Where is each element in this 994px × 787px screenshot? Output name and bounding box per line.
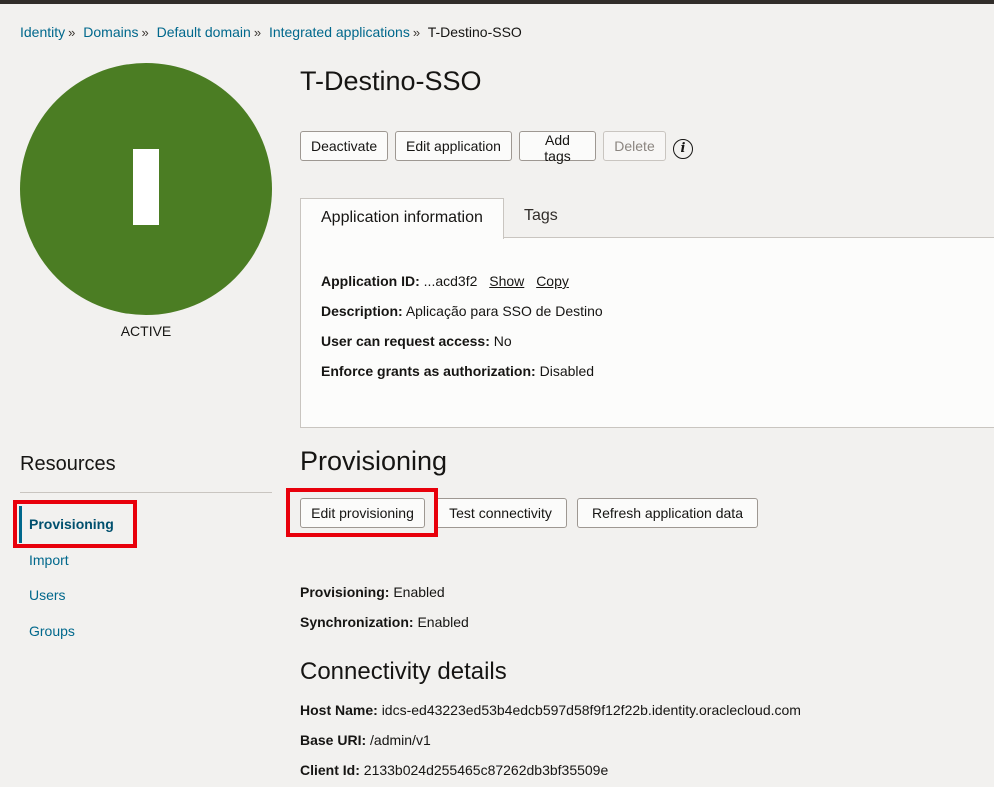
page-title: T-Destino-SSO bbox=[300, 66, 482, 96]
deactivate-button[interactable]: Deactivate bbox=[300, 131, 388, 161]
request-access-label: User can request access: bbox=[321, 333, 490, 349]
client-id-row: Client Id: 2133b024d255465c87262db3bf355… bbox=[300, 762, 608, 778]
delete-button[interactable]: Delete bbox=[603, 131, 666, 161]
sidebar-item-groups[interactable]: Groups bbox=[29, 623, 75, 639]
enforce-grants-row: Enforce grants as authorization: Disable… bbox=[321, 363, 594, 379]
synchronization-value: Enabled bbox=[417, 614, 469, 630]
base-uri-label: Base URI: bbox=[300, 732, 367, 748]
connectivity-details-title: Connectivity details bbox=[300, 658, 507, 685]
top-bar bbox=[0, 0, 994, 4]
test-connectivity-button[interactable]: Test connectivity bbox=[434, 498, 567, 528]
breadcrumb-current: T-Destino-SSO bbox=[427, 24, 522, 40]
add-tags-button[interactable]: Add tags bbox=[519, 131, 596, 164]
sidebar-item-import[interactable]: Import bbox=[29, 552, 69, 568]
host-name-label: Host Name: bbox=[300, 702, 378, 718]
highlight-box-provisioning bbox=[13, 500, 137, 548]
enforce-grants-label: Enforce grants as authorization: bbox=[321, 363, 536, 379]
tab-tags[interactable]: Tags bbox=[524, 207, 558, 225]
breadcrumb-integrated-applications[interactable]: Integrated applications bbox=[269, 24, 410, 40]
provisioning-status-row: Provisioning: Enabled bbox=[300, 584, 445, 600]
description-value: Aplicação para SSO de Destino bbox=[405, 303, 603, 319]
host-name-row: Host Name: idcs-ed43223ed53b4edcb597d58f… bbox=[300, 702, 801, 718]
show-link[interactable]: Show bbox=[489, 273, 524, 289]
app-status: ACTIVE bbox=[120, 323, 172, 339]
breadcrumb-identity[interactable]: Identity bbox=[20, 24, 65, 40]
edit-application-button[interactable]: Edit application bbox=[395, 131, 512, 161]
breadcrumb-separator: » bbox=[141, 25, 149, 40]
breadcrumb-domains[interactable]: Domains bbox=[83, 24, 138, 40]
resources-title: Resources bbox=[20, 453, 116, 475]
synchronization-status-row: Synchronization: Enabled bbox=[300, 614, 469, 630]
base-uri-value: /admin/v1 bbox=[370, 732, 431, 748]
tab-application-information[interactable]: Application information bbox=[300, 198, 504, 239]
description-label: Description: bbox=[321, 303, 403, 319]
breadcrumb-separator: » bbox=[68, 25, 76, 40]
breadcrumb-default-domain[interactable]: Default domain bbox=[157, 24, 251, 40]
copy-link[interactable]: Copy bbox=[536, 273, 569, 289]
provisioning-value: Enabled bbox=[393, 584, 445, 600]
breadcrumb-separator: » bbox=[253, 25, 262, 40]
breadcrumb: Identity» Domains» Default domain» Integ… bbox=[20, 24, 522, 40]
application-id-value: ...acd3f2 bbox=[423, 273, 478, 289]
host-name-value: idcs-ed43223ed53b4edcb597d58f9f12f22b.id… bbox=[381, 702, 801, 718]
refresh-application-data-button[interactable]: Refresh application data bbox=[577, 498, 758, 528]
request-access-row: User can request access: No bbox=[321, 333, 512, 349]
highlight-box-edit-provisioning bbox=[286, 488, 438, 537]
application-id-label: Application ID: bbox=[321, 273, 420, 289]
sidebar-item-users[interactable]: Users bbox=[29, 587, 66, 603]
client-id-label: Client Id: bbox=[300, 762, 360, 778]
provisioning-title: Provisioning bbox=[300, 446, 448, 476]
app-badge-letter bbox=[133, 149, 159, 225]
enforce-grants-value: Disabled bbox=[539, 363, 595, 379]
base-uri-row: Base URI: /admin/v1 bbox=[300, 732, 431, 748]
request-access-value: No bbox=[493, 333, 512, 349]
app-badge: I bbox=[20, 63, 272, 315]
breadcrumb-separator: » bbox=[412, 25, 421, 40]
description-row: Description: Aplicação para SSO de Desti… bbox=[321, 303, 603, 319]
resources-divider bbox=[20, 492, 272, 493]
provisioning-label: Provisioning: bbox=[300, 584, 390, 600]
synchronization-label: Synchronization: bbox=[300, 614, 414, 630]
application-id-row: Application ID: ...acd3f2 Show Copy bbox=[321, 273, 569, 289]
info-icon[interactable]: i bbox=[673, 139, 693, 159]
client-id-value: 2133b024d255465c87262db3bf35509e bbox=[363, 762, 609, 778]
